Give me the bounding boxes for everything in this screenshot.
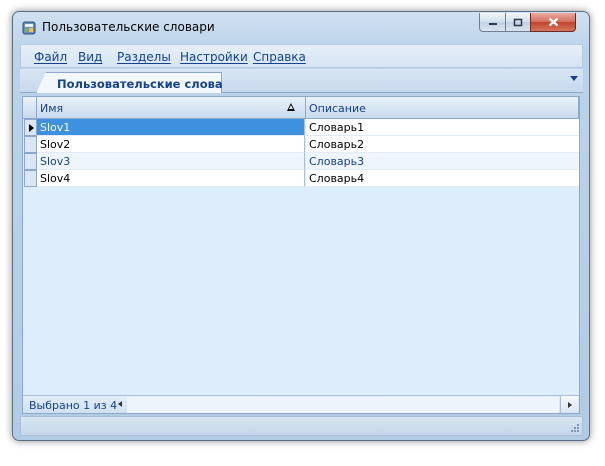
header-indicator-cell (23, 97, 37, 118)
cell-description[interactable]: Словарь3 (306, 153, 579, 170)
cell-description[interactable]: Словарь1 (306, 119, 579, 136)
window-title: Пользовательские словари (42, 20, 215, 34)
resize-grip-icon[interactable] (569, 422, 580, 433)
row-indicator[interactable] (24, 153, 37, 170)
grid-status-bar: Выбрано 1 из 4 (23, 395, 579, 413)
tab-strip: Пользовательские словари (20, 69, 583, 93)
tab-dropdown-icon[interactable] (570, 76, 578, 81)
column-header-name-label: Имя (40, 102, 64, 115)
column-header-description[interactable]: Описание (306, 97, 579, 118)
menu-bar: Файл Вид Разделы Настройки Справка (20, 44, 583, 68)
table-row[interactable]: Slov2 Словарь2 (23, 136, 579, 153)
horizontal-scroll-track[interactable] (127, 397, 559, 413)
window-status-bar (20, 416, 583, 436)
sort-ascending-icon (287, 103, 295, 111)
close-icon (548, 17, 558, 27)
menu-file[interactable]: Файл (34, 50, 67, 64)
cell-name[interactable]: Slov3 (37, 153, 305, 170)
minimize-button[interactable] (479, 13, 506, 32)
cell-name[interactable]: Slov1 (37, 119, 305, 136)
grid-header: Имя Описание (23, 97, 579, 119)
row-indicator[interactable] (24, 119, 37, 136)
cell-description[interactable]: Словарь2 (306, 136, 579, 153)
minimize-icon (488, 23, 497, 25)
scroll-right-button[interactable] (560, 396, 578, 413)
scroll-left-icon[interactable] (118, 401, 122, 407)
scroll-right-icon (568, 402, 572, 408)
maximize-button[interactable] (505, 13, 531, 32)
cell-name[interactable]: Slov2 (37, 136, 305, 153)
title-bar[interactable]: Пользовательские словари (13, 12, 589, 42)
app-icon (22, 21, 36, 35)
table-row[interactable]: Slov1 Словарь1 (23, 119, 579, 136)
table-row[interactable]: Slov4 Словарь4 (23, 170, 579, 187)
menu-view[interactable]: Вид (78, 50, 102, 64)
tab-user-dictionaries[interactable]: Пользовательские словари (36, 72, 222, 93)
main-window: Пользовательские словари Файл Вид Раздел… (12, 11, 590, 441)
selection-count: Выбрано 1 из 4 (29, 399, 118, 412)
table-row[interactable]: Slov3 Словарь3 (23, 153, 579, 170)
maximize-icon (513, 18, 523, 26)
column-header-description-label: Описание (309, 102, 366, 115)
cell-description[interactable]: Словарь4 (306, 170, 579, 187)
dictionary-grid: Имя Описание Slov1 Словарь1 Slov2 Словар… (22, 96, 580, 414)
menu-help[interactable]: Справка (253, 50, 306, 64)
row-indicator[interactable] (24, 170, 37, 187)
row-indicator[interactable] (24, 136, 37, 153)
menu-settings[interactable]: Настройки (180, 50, 248, 64)
cell-name[interactable]: Slov4 (37, 170, 305, 187)
tab-label: Пользовательские словари (57, 77, 239, 91)
close-button[interactable] (530, 13, 576, 32)
current-row-arrow-icon (29, 124, 34, 132)
menu-sections[interactable]: Разделы (117, 50, 171, 64)
column-header-name[interactable]: Имя (37, 97, 306, 118)
